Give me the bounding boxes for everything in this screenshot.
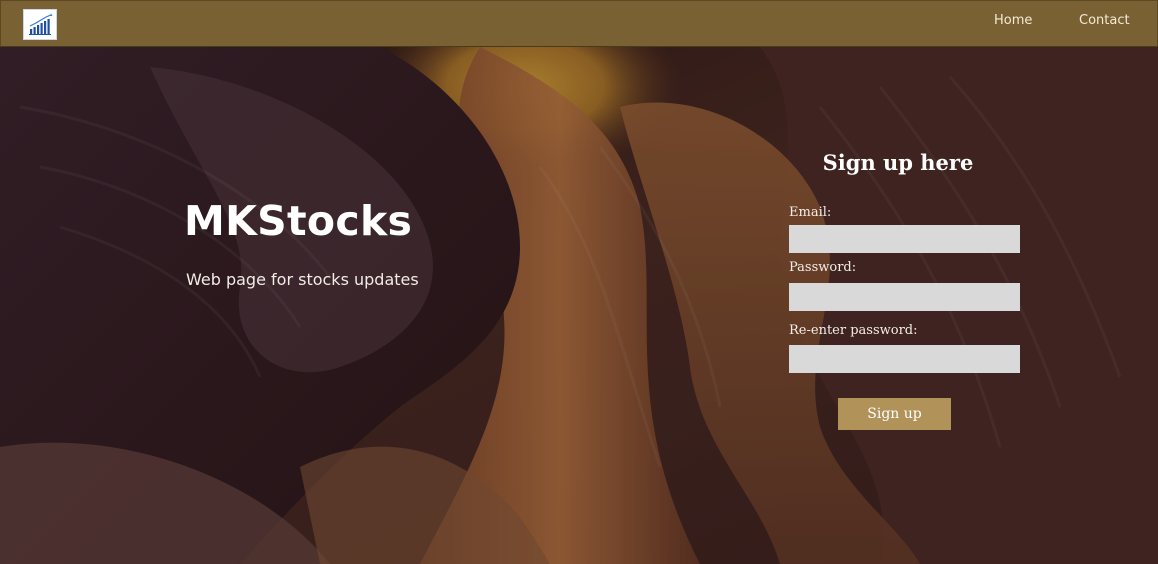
brand-title: MKStocks xyxy=(184,197,413,245)
password-field[interactable] xyxy=(789,283,1020,311)
nav-home-link[interactable]: Home xyxy=(994,13,1032,29)
nav-contact-link[interactable]: Contact xyxy=(1079,13,1130,29)
reenter-password-label: Re-enter password: xyxy=(789,323,918,338)
brand-subtitle: Web page for stocks updates xyxy=(186,270,419,289)
signup-heading: Sign up here xyxy=(822,150,974,175)
reenter-password-field[interactable] xyxy=(789,345,1020,373)
chart-bars-icon[interactable] xyxy=(23,9,57,40)
email-label: Email: xyxy=(789,205,832,220)
navbar: Home Contact xyxy=(0,0,1158,47)
password-label: Password: xyxy=(789,260,857,275)
signup-button[interactable]: Sign up xyxy=(838,398,951,430)
page: Home Contact MKStocks Web page for stock… xyxy=(0,0,1158,564)
email-field[interactable] xyxy=(789,225,1020,253)
